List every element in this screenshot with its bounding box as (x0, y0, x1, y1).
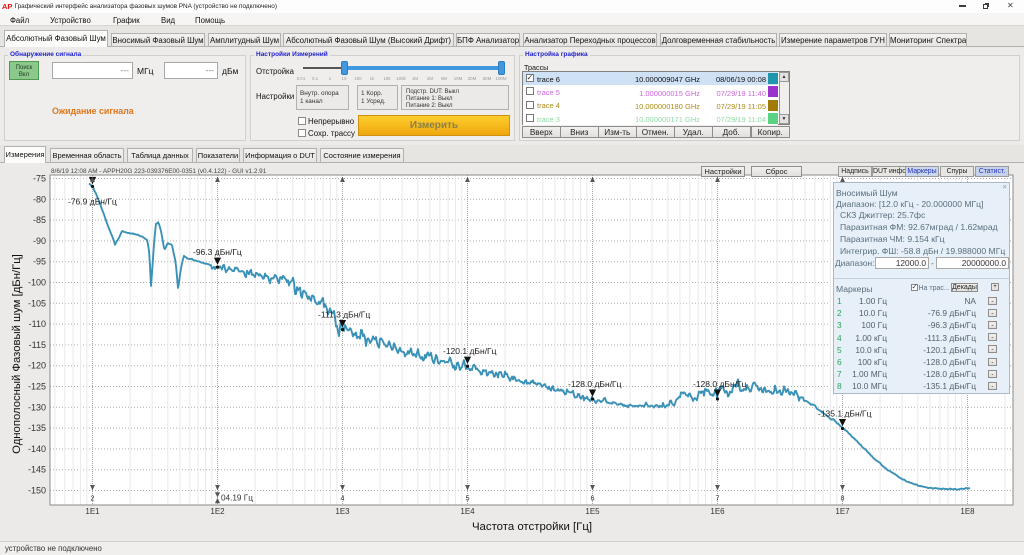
svg-text:-75: -75 (33, 174, 46, 184)
svg-text:-105: -105 (28, 298, 46, 308)
svg-text:-115: -115 (29, 340, 46, 350)
svg-text:-85: -85 (33, 215, 46, 225)
svg-text:1E2: 1E2 (210, 507, 225, 516)
svg-text:-135: -135 (28, 423, 46, 433)
svg-text:-150: -150 (28, 486, 46, 496)
svg-text:1E4: 1E4 (460, 507, 475, 516)
svg-text:-111.3 дБн/Гц: -111.3 дБн/Гц (318, 310, 370, 320)
svg-text:8: 8 (841, 494, 845, 503)
svg-text:-128.0 дБн/Гц: -128.0 дБн/Гц (568, 379, 622, 389)
svg-text:-125: -125 (28, 382, 46, 392)
svg-text:04.19 Гц: 04.19 Гц (221, 494, 253, 503)
svg-text:1E8: 1E8 (960, 507, 975, 516)
svg-text:4: 4 (341, 494, 345, 503)
svg-text:-128.0 дБн/Гц: -128.0 дБн/Гц (693, 379, 747, 389)
svg-text:8/6/19 12:08 AM - APPH20G 223-: 8/6/19 12:08 AM - APPH20G 223-039376E00-… (51, 168, 267, 175)
svg-text:1E3: 1E3 (335, 507, 350, 516)
svg-text:1E5: 1E5 (585, 507, 600, 516)
svg-text:-140: -140 (28, 444, 46, 454)
svg-text:-96.3 дБн/Гц: -96.3 дБн/Гц (193, 247, 242, 257)
svg-text:1E7: 1E7 (835, 507, 850, 516)
svg-text:Однополосный Фазовый шум [дБн/: Однополосный Фазовый шум [дБн/Гц] (11, 254, 23, 454)
svg-text:6: 6 (591, 494, 595, 503)
svg-text:-130: -130 (28, 402, 46, 412)
svg-text:-110: -110 (29, 319, 46, 329)
svg-text:2: 2 (91, 494, 95, 503)
svg-text:-100: -100 (28, 278, 46, 288)
svg-text:-90: -90 (33, 236, 46, 246)
svg-text:-80: -80 (33, 194, 46, 204)
svg-text:7: 7 (716, 494, 720, 503)
svg-text:-95: -95 (33, 257, 46, 267)
svg-text:1E6: 1E6 (710, 507, 725, 516)
svg-text:-145: -145 (28, 465, 46, 475)
svg-text:-120: -120 (28, 361, 46, 371)
svg-text:-120.1 дБн/Гц: -120.1 дБн/Гц (443, 346, 497, 356)
svg-text:5: 5 (466, 494, 470, 503)
svg-text:Частота отстройки [Гц]: Частота отстройки [Гц] (472, 521, 592, 533)
svg-text:-135.1 дБн/Гц: -135.1 дБн/Гц (818, 409, 872, 419)
svg-text:1E1: 1E1 (85, 507, 100, 516)
svg-text:-76.9 дБн/Гц: -76.9 дБн/Гц (68, 196, 117, 206)
